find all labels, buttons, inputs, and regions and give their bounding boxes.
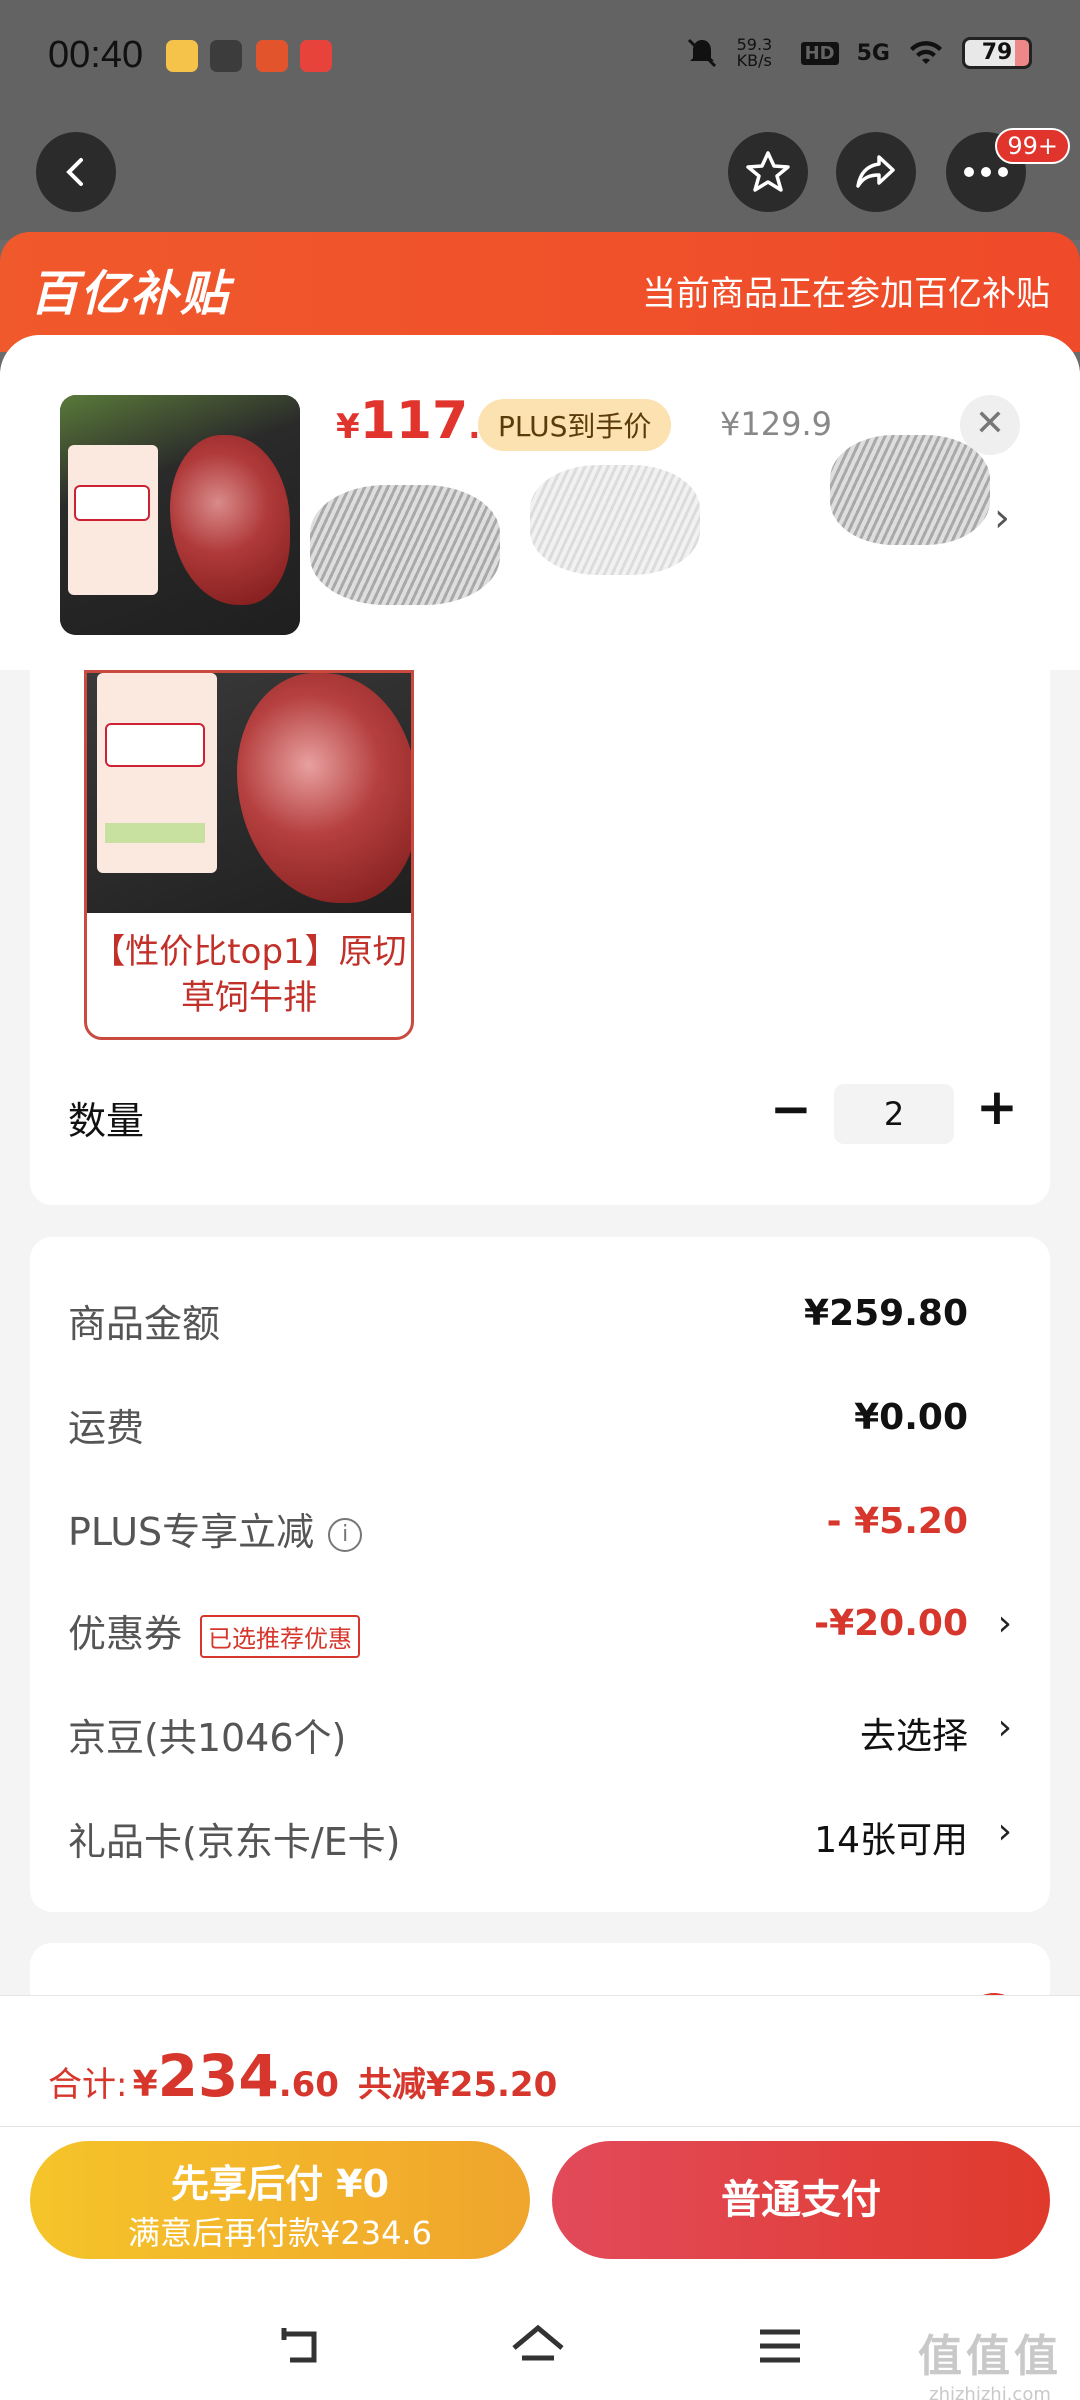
- coupon-recommend-tag: 已选推荐优惠: [200, 1615, 361, 1658]
- more-dots-icon: [964, 167, 1008, 177]
- subsidy-logo: 百亿补贴: [30, 266, 231, 322]
- quantity-label: 数量: [68, 1099, 145, 1143]
- back-button[interactable]: [36, 132, 116, 212]
- spec-option-selected[interactable]: 【性价比top1】原切草饲牛排: [84, 670, 414, 1040]
- fee-breakdown-card: 商品金额 ¥259.80 运费 ¥0.00 PLUS专享立减 i - ¥5.20 …: [30, 1237, 1050, 1912]
- chevron-right-icon: ›: [997, 1603, 1012, 1644]
- pay-later-subtitle: 满意后再付款¥234.6: [128, 2214, 432, 2252]
- share-button[interactable]: [836, 132, 916, 212]
- watermark: 值值值 zhizhizhi.com: [918, 2331, 1062, 2400]
- coupon-label: 优惠券: [68, 1612, 183, 1656]
- jingdou-row[interactable]: 京豆(共1046个) 去选择 ›: [30, 1697, 1050, 1767]
- status-indicators: 59.3 KB/s HD 5G 79: [685, 36, 1032, 70]
- redaction-scribble: [530, 465, 700, 575]
- product-thumbnail: [60, 395, 300, 635]
- plus-discount-label: PLUS专享立减: [68, 1510, 315, 1554]
- gift-card-label: 礼品卡(京东卡/E卡): [68, 1820, 401, 1864]
- wechat-icon: [210, 40, 242, 72]
- coupon-row[interactable]: 优惠券 已选推荐优惠 -¥20.00 ›: [30, 1593, 1050, 1663]
- spec-option-image: [87, 673, 411, 913]
- net-speed: 59.3 KB/s: [736, 35, 773, 70]
- status-time: 00:40: [48, 34, 144, 76]
- shipping-row: 运费 ¥0.00: [30, 1387, 1050, 1457]
- top-nav: [0, 120, 1080, 240]
- spec-card: 【性价比top1】原切草饲牛排 数量 − 2 +: [30, 670, 1050, 1205]
- total-currency: ¥: [132, 2064, 158, 2105]
- chevron-right-icon[interactable]: ›: [994, 495, 1010, 541]
- subsidy-banner: 百亿补贴 当前商品正在参加百亿补贴: [0, 232, 1080, 352]
- spec-option-label: 【性价比top1】原切草饲牛排: [91, 932, 407, 1018]
- plus-discount-row: PLUS专享立减 i - ¥5.20: [30, 1491, 1050, 1561]
- more-badge: 99+: [995, 128, 1070, 164]
- redaction-scribble: [830, 435, 990, 545]
- gift-card-row[interactable]: 礼品卡(京东卡/E卡) 14张可用 ›: [30, 1801, 1050, 1871]
- plus-discount-value: - ¥5.20: [826, 1501, 968, 1542]
- product-header: ¥117.3 PLUS到手价 ¥129.9 ✕ ›: [0, 335, 1080, 670]
- mute-bell-icon: [687, 38, 716, 68]
- total-label: 合计:: [48, 2065, 128, 2105]
- order-total: 合计: ¥234.60 共减¥25.20: [48, 2042, 557, 2110]
- status-bar: 00:40 59.3 KB/s HD 5G 79: [0, 0, 1080, 120]
- wifi-icon: [910, 41, 942, 64]
- goods-amount-value: ¥259.80: [804, 1293, 968, 1334]
- goods-amount-label: 商品金额: [68, 1302, 221, 1346]
- quantity-input[interactable]: 2: [834, 1084, 954, 1144]
- star-icon: [746, 151, 790, 192]
- menu-nav-icon[interactable]: [750, 2316, 810, 2376]
- battery-icon: 79: [962, 37, 1032, 69]
- pay-later-title: 先享后付 ¥0: [170, 2162, 390, 2206]
- chevron-right-icon: ›: [997, 1707, 1012, 1748]
- total-integer: 234: [157, 2042, 279, 2110]
- redaction-scribble: [310, 485, 500, 605]
- pay-later-button[interactable]: 先享后付 ¥0 满意后再付款¥234.6: [30, 2141, 530, 2259]
- normal-pay-button[interactable]: 普通支付: [552, 2141, 1050, 2259]
- app-notification-icon: [300, 40, 332, 72]
- app-notification-icon: [166, 40, 198, 72]
- jingdou-label: 京豆(共1046个): [68, 1716, 347, 1760]
- home-nav-icon[interactable]: [508, 2316, 568, 2376]
- favorite-button[interactable]: [728, 132, 808, 212]
- quantity-decrease-button[interactable]: −: [770, 1080, 812, 1138]
- shipping-value: ¥0.00: [854, 1397, 968, 1438]
- chevron-left-icon: [66, 158, 83, 186]
- info-icon[interactable]: i: [328, 1517, 363, 1552]
- chevron-right-icon: ›: [997, 1811, 1012, 1852]
- signal-icon: 5G: [856, 40, 890, 66]
- divider: [0, 2126, 1080, 2127]
- share-icon: [856, 155, 895, 188]
- total-saved: 共减¥25.20: [358, 2065, 558, 2105]
- coupon-value: -¥20.00: [814, 1603, 968, 1644]
- back-nav-icon[interactable]: [270, 2316, 330, 2376]
- total-decimal: .60: [278, 2065, 339, 2105]
- gift-card-value: 14张可用: [814, 1820, 968, 1861]
- goods-amount-row: 商品金额 ¥259.80: [30, 1283, 1050, 1353]
- app-notification-icon: [256, 40, 288, 72]
- quantity-increase-button[interactable]: +: [976, 1078, 1018, 1136]
- original-price: ¥129.9: [720, 405, 832, 443]
- shipping-label: 运费: [68, 1406, 145, 1450]
- jingdou-value: 去选择: [859, 1716, 968, 1757]
- banner-tagline: 当前商品正在参加百亿补贴: [642, 274, 1050, 314]
- hd-icon: HD: [800, 41, 839, 65]
- plus-price-tag: PLUS到手价: [478, 399, 672, 451]
